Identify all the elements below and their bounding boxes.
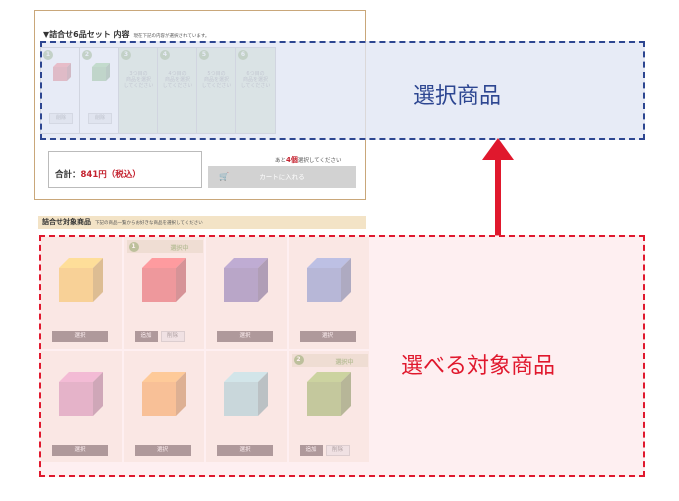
set-contents-subtitle: 現在下記の内容が選択されています。: [133, 34, 210, 39]
remain-prefix: あと: [275, 158, 287, 164]
total-line: 合計：841円（税込）: [55, 168, 141, 180]
set-contents-header: ▼詰合せ6品セット 内容 現在下記の内容が選択されています。: [43, 22, 209, 41]
add-to-cart-label: カートに入れる: [259, 173, 305, 181]
remain-count: 4個: [286, 156, 298, 164]
remain-suffix: 選択してください: [297, 158, 342, 164]
set-contents-title: ▼詰合せ6品セット 内容: [43, 30, 130, 39]
target-products-subtitle: 下記の商品一覧からお好きな商品を選択してください: [95, 221, 203, 226]
cart-icon: 🛒: [219, 172, 229, 181]
page: ▼詰合せ6品セット 内容現在下記の内容が選択されています。 1削除2削除33つ目…: [0, 0, 679, 501]
remaining-count-text: あと4個選択してください: [275, 155, 342, 165]
selected-items-caption: 選択商品: [413, 84, 502, 109]
target-products-caption: 選べる対象商品: [401, 354, 556, 379]
total-box: 合計：841円（税込）: [48, 151, 202, 188]
selected-items-highlight: [40, 41, 645, 140]
target-products-header: 詰合せ対象商品 下記の商品一覧からお好きな商品を選択してください: [38, 216, 366, 229]
total-value: 841円（税込）: [80, 170, 141, 180]
add-to-cart-button[interactable]: 🛒 カートに入れる: [208, 166, 356, 188]
up-arrow-icon: [482, 138, 514, 236]
target-products-title: 詰合せ対象商品: [42, 218, 91, 226]
total-label: 合計：: [55, 170, 81, 180]
